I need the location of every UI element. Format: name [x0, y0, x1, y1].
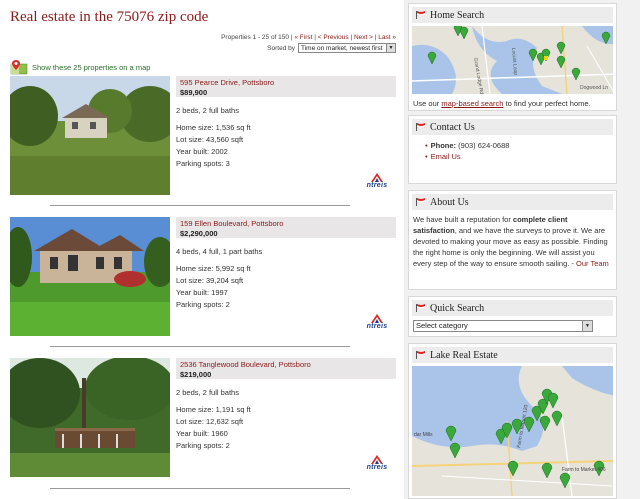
contact-widget: Contact Us • Phone: (903) 624-0688 • Email… — [408, 115, 617, 184]
flag-icon — [416, 11, 426, 19]
main-content: Real estate in the 75076 zip code Proper… — [0, 0, 404, 499]
widget-header: Quick Search — [412, 300, 613, 316]
listing-parking: Parking spots: 2 — [176, 300, 230, 309]
ntreis-logo-text: ntreis — [366, 464, 388, 471]
listing-year-built: Year built: 1960 — [176, 429, 228, 438]
listing-facts: 2 beds, 2 full baths Home size: 1,191 sq… — [176, 387, 376, 452]
pagination-last-link[interactable]: Last » — [378, 34, 396, 41]
widget-title: About Us — [430, 196, 469, 208]
listing-facts: 4 beds, 4 full, 1 part baths Home size: … — [176, 246, 376, 311]
listing-header: 595 Pearce Drive, Pottsboro $89,900 — [176, 76, 396, 97]
listing-card: 2536 Tanglewood Boulevard, Pottsboro $21… — [10, 358, 396, 486]
listing-home-size: Home size: 5,992 sq ft — [176, 264, 251, 273]
home-search-widget: Home Search Locust Loop Grand Lodge Rd D… — [408, 3, 617, 111]
ntreis-logo: ntreis — [360, 453, 394, 471]
widget-header: Home Search — [412, 7, 613, 23]
pagination: Properties 1 - 25 of 150 | « First | < P… — [221, 34, 396, 41]
listing-price: $89,900 — [180, 88, 208, 97]
flag-icon — [416, 304, 426, 312]
ntreis-logo-text: ntreis — [366, 182, 388, 189]
map-search-link[interactable]: map-based search — [441, 99, 503, 108]
map-label: Dogwood Ln — [580, 85, 608, 91]
listing-home-size: Home size: 1,536 sq ft — [176, 123, 251, 132]
about-text: We have built a reputation for complete … — [413, 215, 609, 268]
flag-icon — [416, 123, 426, 131]
listing-lot-size: Lot size: 39,204 sqft — [176, 276, 244, 285]
widget-header: About Us — [412, 194, 613, 210]
listing-card: 595 Pearce Drive, Pottsboro $89,900 2 be… — [10, 76, 396, 204]
show-on-map-label[interactable]: Show these 25 properties on a map — [32, 63, 150, 72]
listing-facts: 2 beds, 2 full baths Home size: 1,536 sq… — [176, 105, 376, 170]
about-widget: About Us We have built a reputation for … — [408, 190, 617, 290]
widget-title: Home Search — [430, 9, 485, 21]
listing-lot-size: Lot size: 12,632 sqft — [176, 417, 244, 426]
home-search-map[interactable]: Locust Loop Grand Lodge Rd Dogwood Ln — [412, 26, 613, 94]
listing-year-built: Year built: 1997 — [176, 288, 228, 297]
chevron-down-icon: ▼ — [386, 44, 395, 52]
pagination-range: Properties 1 - 25 of 150 — [221, 34, 290, 41]
contact-details: • Phone: (903) 624-0688 • Email Us — [409, 135, 616, 162]
listing-parking: Parking spots: 2 — [176, 441, 230, 450]
listing-home-size: Home size: 1,191 sq ft — [176, 405, 251, 414]
listing-price: $2,290,000 — [180, 229, 218, 238]
map-label: dar Mills — [414, 432, 433, 438]
category-select[interactable]: Select category ▼ — [413, 320, 593, 332]
pagination-previous-link[interactable]: < Previous — [318, 34, 349, 41]
quick-search-widget: Quick Search Select category ▼ — [408, 296, 617, 337]
pagination-first-link[interactable]: « First — [294, 34, 312, 41]
widget-header: Contact Us — [412, 119, 613, 135]
ntreis-logo: ntreis — [360, 171, 394, 189]
listing-divider — [50, 346, 350, 347]
listing-price: $219,000 — [180, 370, 212, 379]
widget-title: Lake Real Estate — [430, 349, 498, 361]
listing-card: 159 Ellen Boulevard, Pottsboro $2,290,00… — [10, 217, 396, 345]
listing-address-link[interactable]: 2536 Tanglewood Boulevard, Pottsboro — [180, 360, 392, 369]
listing-header: 2536 Tanglewood Boulevard, Pottsboro $21… — [176, 358, 396, 379]
chevron-down-icon: ▼ — [582, 321, 592, 331]
listing-photo[interactable] — [10, 358, 170, 477]
sort-row: Sorted by Time on market, newest first ▼ — [267, 43, 396, 53]
category-selected-value: Select category — [416, 321, 468, 330]
listing-beds-baths: 2 beds, 2 full baths — [176, 106, 239, 115]
listing-parking: Parking spots: 3 — [176, 159, 230, 168]
show-on-map-link[interactable]: Show these 25 properties on a map — [10, 59, 150, 75]
flag-icon — [416, 198, 426, 206]
contact-email: • Email Us — [425, 152, 461, 161]
lake-widget: Lake Real Estate dar Mills Farm to Marke… — [408, 343, 617, 499]
listing-lot-size: Lot size: 43,560 sqft — [176, 135, 244, 144]
pagination-next-link[interactable]: Next > — [354, 34, 373, 41]
listing-address-link[interactable]: 159 Ellen Boulevard, Pottsboro — [180, 219, 392, 228]
map-label: Farm to Market 406 — [562, 467, 606, 473]
listing-divider — [50, 488, 350, 489]
sort-select[interactable]: Time on market, newest first ▼ — [298, 43, 396, 53]
lake-map[interactable]: dar Mills Farm to Market 406 Farm to Mar… — [412, 366, 613, 496]
sort-selected-value: Time on market, newest first — [301, 44, 383, 52]
sort-label: Sorted by — [267, 44, 295, 52]
home-search-text: Use our map-based search to find your pe… — [413, 99, 591, 108]
listing-address-link[interactable]: 595 Pearce Drive, Pottsboro — [180, 78, 392, 87]
widget-title: Quick Search — [430, 302, 485, 314]
ntreis-logo: ntreis — [360, 312, 394, 330]
listing-photo[interactable] — [10, 76, 170, 195]
sidebar: Home Search Locust Loop Grand Lodge Rd D… — [404, 0, 640, 499]
widget-title: Contact Us — [430, 121, 475, 133]
listing-beds-baths: 4 beds, 4 full, 1 part baths — [176, 247, 263, 256]
listing-year-built: Year built: 2002 — [176, 147, 228, 156]
email-link[interactable]: Email Us — [431, 152, 461, 161]
page-title: Real estate in the 75076 zip code — [10, 9, 209, 25]
our-team-link[interactable]: Our Team — [576, 259, 609, 268]
widget-header: Lake Real Estate — [412, 347, 613, 363]
ntreis-logo-text: ntreis — [366, 323, 388, 330]
flag-icon — [416, 351, 426, 359]
listing-photo[interactable] — [10, 217, 170, 336]
contact-phone: • Phone: (903) 624-0688 — [425, 141, 510, 150]
listing-beds-baths: 2 beds, 2 full baths — [176, 388, 239, 397]
listing-divider — [50, 205, 350, 206]
map-icon — [10, 59, 28, 75]
listing-header: 159 Ellen Boulevard, Pottsboro $2,290,00… — [176, 217, 396, 238]
